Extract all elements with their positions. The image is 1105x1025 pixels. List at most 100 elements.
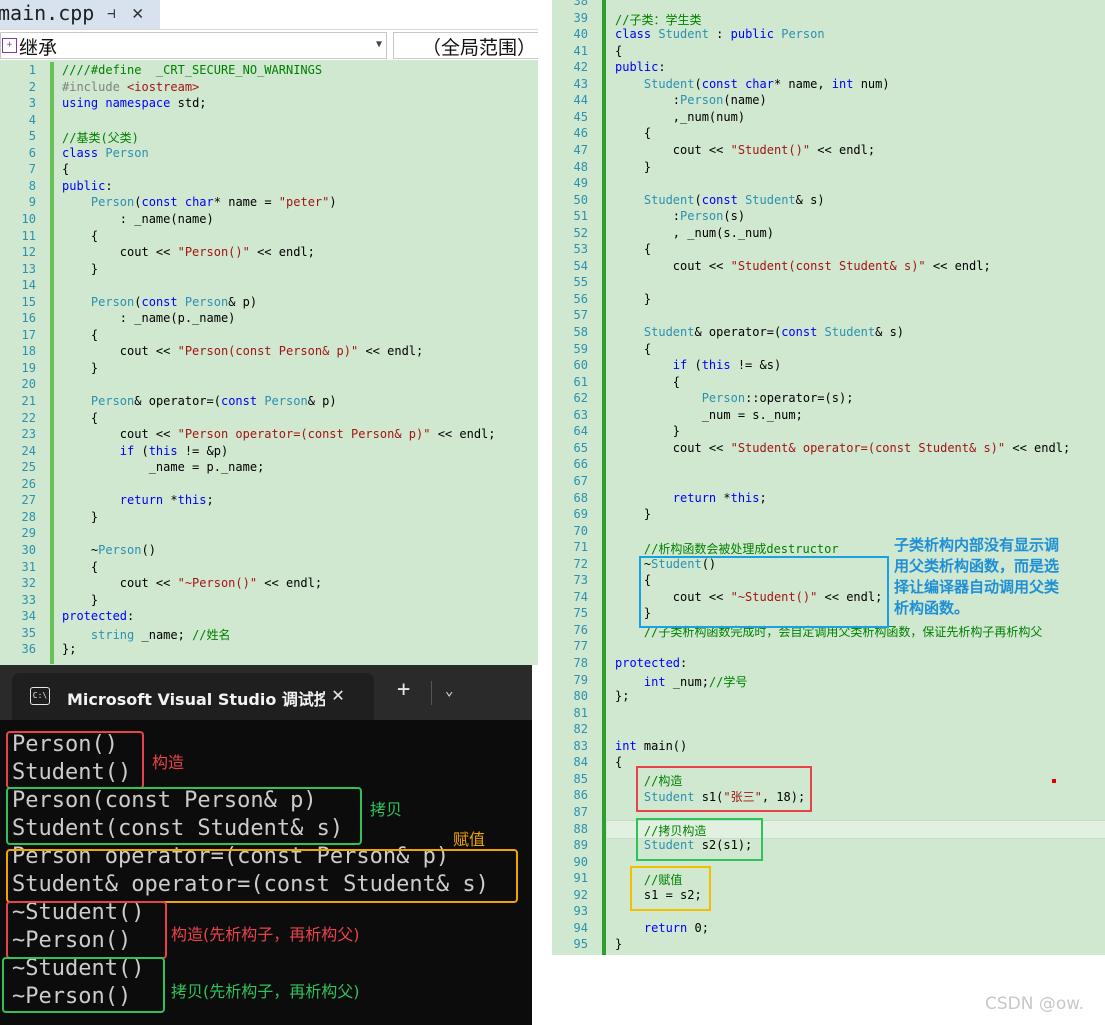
line-number-text: 45: [573, 109, 588, 124]
line-number-text: 35: [21, 625, 36, 640]
line-number-text: 54: [573, 258, 588, 273]
line-number-text: 55: [573, 275, 588, 290]
close-icon[interactable]: ✕: [132, 2, 143, 24]
code-line-text: }: [62, 592, 99, 607]
line-number-text: 86: [573, 788, 588, 803]
plus-icon[interactable]: +: [397, 679, 410, 701]
code-line-text: if (this != &s): [672, 358, 782, 373]
line-number-text: 28: [21, 509, 36, 524]
line-number-text: 77: [573, 639, 588, 654]
assign-note: 赋值: [453, 830, 486, 849]
line-number-text: 88: [573, 821, 588, 836]
line-number-text: 74: [573, 589, 588, 604]
line-number-text: 36: [21, 642, 36, 657]
code-line-text: #include <iostream>: [62, 79, 200, 94]
code-line-text: return *this;: [119, 493, 214, 508]
line-number-text: 29: [21, 526, 36, 541]
code-line-text: //子类：学生类: [615, 12, 702, 27]
line-number-text: 31: [21, 559, 36, 574]
close-icon[interactable]: ✕: [332, 682, 344, 706]
line-number-text: 9: [28, 195, 36, 210]
line-number-text: 18: [21, 344, 36, 359]
line-number-text: 21: [21, 394, 36, 408]
line-number-text: 25: [21, 460, 36, 475]
line-number-text: 39: [573, 10, 588, 25]
code-line-text: {: [62, 327, 99, 342]
terminal-titlebar: C:\ Microsoft Visual Studio 调试控制台 ✕ + ⌄: [0, 665, 532, 720]
line-number-text: 46: [573, 126, 588, 141]
code-line-text: Person(const char* name = "peter"): [90, 195, 337, 210]
destruct-copy-highlight-box: [2, 957, 165, 1013]
line-number-text: 47: [573, 142, 588, 157]
right-editor-pane[interactable]: 38 39 //子类：学生类 40 class Student : public Per…: [552, 0, 1105, 955]
code-line-text: }: [615, 937, 623, 952]
line-number-text: 50: [573, 192, 588, 207]
code-line-text: cout << "Person()" << endl;: [62, 245, 315, 260]
code-line-text: }: [62, 261, 99, 276]
line-number-text: 23: [21, 427, 36, 442]
line-number-text: 6: [28, 145, 36, 160]
line-number-text: 43: [573, 76, 588, 91]
code-line-text: Student& operator=(const Student& s): [643, 325, 905, 339]
line-number-text: 3: [28, 96, 36, 111]
construct-note: 构造: [152, 753, 185, 772]
code-line-text: {: [615, 755, 623, 770]
line-number-text: 27: [21, 493, 36, 508]
line-number-text: 66: [573, 457, 588, 472]
line-number-text: 17: [21, 327, 36, 342]
code-line-text: {: [62, 559, 99, 574]
destructor-note-line: 析构函数。: [894, 599, 970, 617]
line-number-text: 14: [21, 278, 36, 293]
copy-highlight-box: [6, 787, 362, 845]
code-line-text: if (this != &p): [119, 443, 229, 458]
pin-icon[interactable]: ⊣: [107, 6, 115, 22]
terminal-tab[interactable]: C:\ Microsoft Visual Studio 调试控制台 ✕: [12, 673, 374, 720]
assign-highlight-box: [6, 849, 518, 903]
line-number-text: 83: [573, 738, 588, 753]
line-number-text: 92: [573, 887, 588, 902]
line-number-text: 1: [28, 63, 36, 77]
code-line-text: string _name; //姓名: [90, 627, 231, 642]
code-line-text: _name = p._name;: [62, 460, 265, 475]
line-number-text: 20: [21, 377, 36, 392]
line-number-text: 90: [573, 854, 588, 869]
code-line-text: ~Person(): [62, 542, 156, 557]
code-line-text: {: [62, 162, 70, 177]
code-line-text: }: [615, 424, 681, 439]
code-line-text: _num = s._num;: [615, 407, 803, 422]
chevron-down-icon[interactable]: ▼: [376, 39, 382, 50]
code-line-text: return *this;: [672, 490, 767, 505]
line-number-text: 59: [573, 341, 588, 356]
line-number-text: 2: [28, 79, 36, 94]
line-number-text: 38: [573, 0, 588, 8]
code-line-text: cout << "Person operator=(const Person& …: [62, 427, 496, 442]
code-line-text: int main(): [615, 738, 688, 753]
code-line-text: }: [615, 507, 652, 522]
line-number-text: 94: [573, 920, 588, 935]
line-number-text: 95: [573, 937, 588, 952]
line-number-text: 57: [573, 308, 588, 323]
global-scope-dropdown[interactable]: （全局范围）: [393, 32, 538, 59]
tab-main-cpp[interactable]: main.cpp ⊣ ✕: [0, 0, 160, 29]
code-line-text: {: [615, 341, 652, 356]
line-number-text: 75: [573, 606, 588, 621]
left-editor-pane[interactable]: main.cpp ⊣ ✕ + 继承 ▼ （全局范围） 1 ////#define …: [0, 0, 538, 665]
tab-label: main.cpp: [0, 1, 95, 25]
project-icon: +: [2, 38, 17, 53]
line-number-text: 26: [21, 476, 36, 491]
code-line-text: cout << "~Person()" << endl;: [62, 576, 323, 591]
code-line-text: public:: [62, 178, 113, 193]
line-number-text: 76: [573, 622, 588, 637]
line-number-text: 61: [573, 374, 588, 389]
destructor-highlight-box: [639, 556, 889, 628]
project-scope-dropdown[interactable]: + 继承 ▼: [0, 32, 387, 59]
code-line-text: }: [62, 509, 99, 524]
line-number-text: 63: [573, 407, 588, 422]
line-number-text: 49: [573, 176, 588, 191]
change-indicator-bar: [50, 62, 54, 664]
code-line-text: {: [62, 410, 99, 425]
line-number-text: 33: [21, 592, 36, 607]
chevron-down-icon[interactable]: ⌄: [445, 683, 453, 699]
code-line-text: {: [615, 43, 623, 58]
debug-console-window: C:\ Microsoft Visual Studio 调试控制台 ✕ + ⌄ …: [0, 665, 532, 1025]
